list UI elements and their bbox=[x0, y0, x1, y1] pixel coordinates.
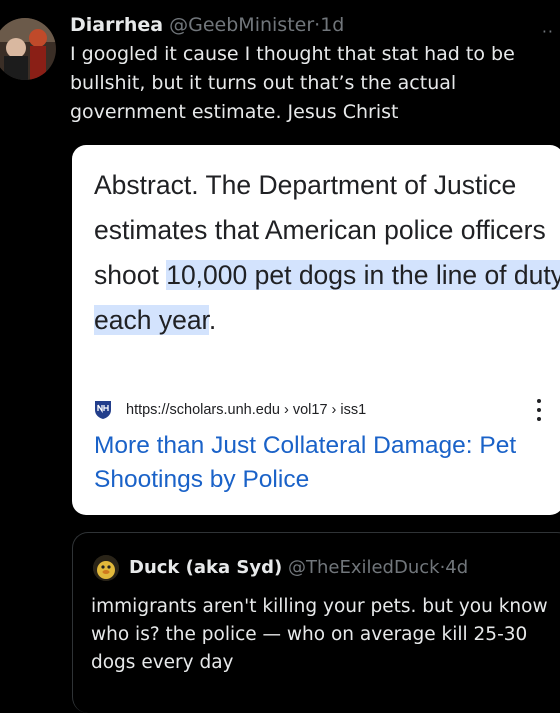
timestamp[interactable]: 1d bbox=[320, 14, 344, 36]
avatar[interactable] bbox=[0, 18, 56, 80]
source-url[interactable]: https://scholars.unh.edu › vol17 › iss1 bbox=[126, 402, 366, 418]
kebab-menu-icon[interactable] bbox=[536, 399, 542, 421]
author-name[interactable]: Diarrhea bbox=[70, 14, 163, 36]
abstract-text: Abstract. The Department of Justice esti… bbox=[94, 163, 560, 343]
search-result-card[interactable]: Abstract. The Department of Justice esti… bbox=[72, 145, 560, 515]
tweet: ·· Diarrhea @GeebMinister·1d I googled i… bbox=[0, 0, 560, 713]
quoted-tweet[interactable]: Duck (aka Syd) @TheExiledDuck·4d immigra… bbox=[72, 532, 560, 713]
abstract-suffix: . bbox=[208, 305, 217, 335]
author-handle[interactable]: @GeebMinister bbox=[169, 14, 314, 36]
quote-author-handle[interactable]: @TheExiledDuck bbox=[288, 557, 440, 578]
quote-avatar[interactable] bbox=[93, 555, 119, 581]
result-title-link[interactable]: More than Just Collateral Damage: Pet Sh… bbox=[94, 429, 554, 497]
tweet-text: I googled it cause I thought that stat h… bbox=[70, 43, 515, 123]
unh-shield-icon bbox=[95, 401, 111, 419]
source-row[interactable]: https://scholars.unh.edu › vol17 › iss1 bbox=[94, 399, 366, 421]
quote-author-name[interactable]: Duck (aka Syd) bbox=[129, 557, 282, 578]
tweet-header: Diarrhea @GeebMinister·1d bbox=[70, 14, 344, 36]
quote-text: immigrants aren't killing your pets. but… bbox=[91, 596, 548, 673]
quote-timestamp[interactable]: 4d bbox=[445, 557, 468, 578]
more-horizontal-icon[interactable]: ·· bbox=[542, 24, 554, 40]
quote-header: Duck (aka Syd) @TheExiledDuck·4d bbox=[129, 557, 468, 578]
